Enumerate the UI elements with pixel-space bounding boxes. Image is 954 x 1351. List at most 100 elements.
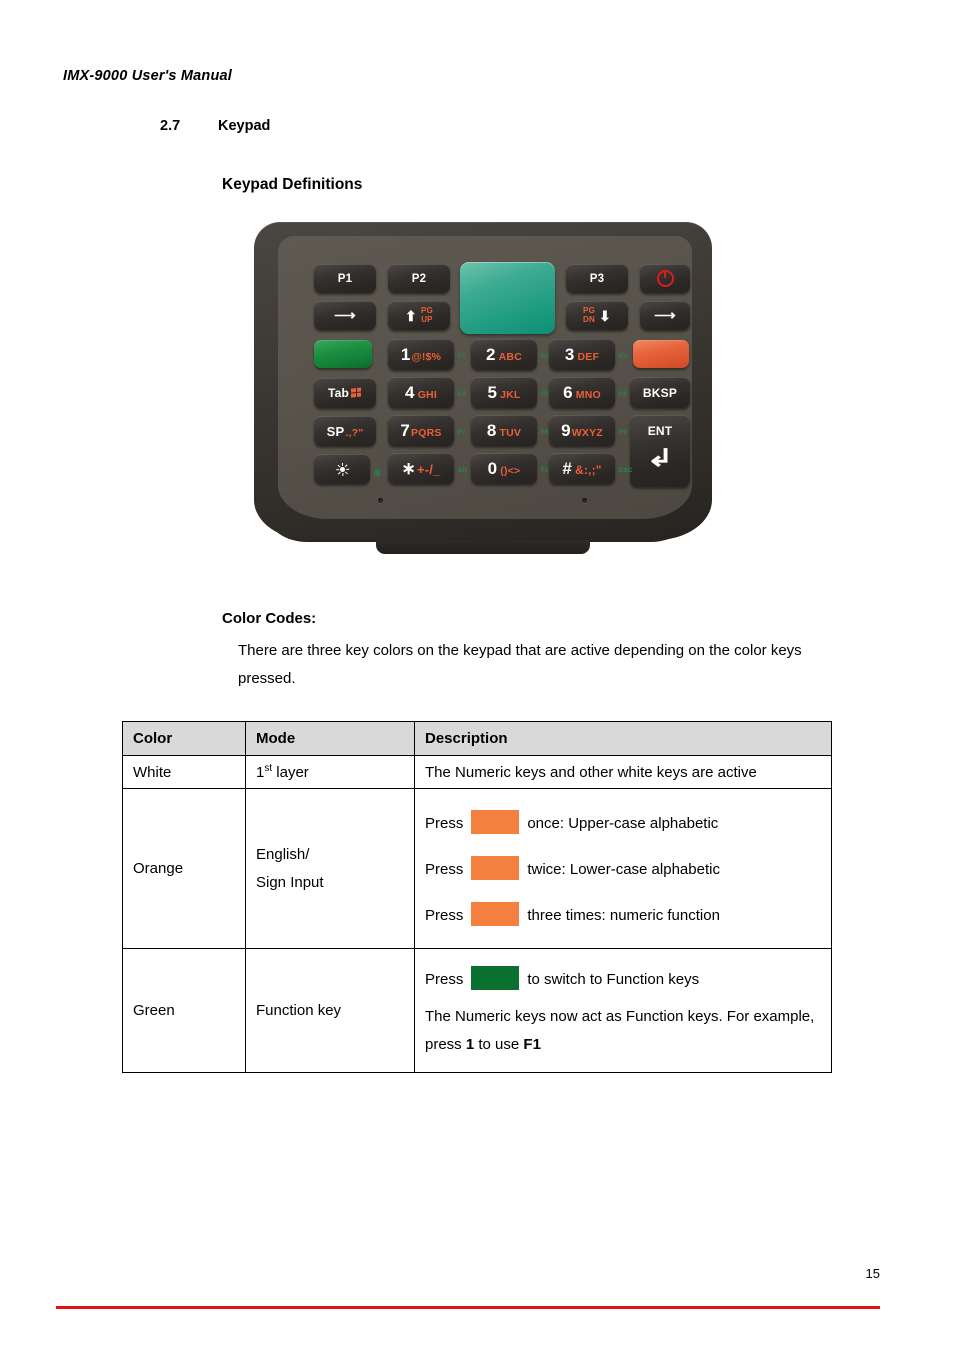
key-2-fn-label: F2 <box>541 353 549 360</box>
key-space-content: SP .,?" <box>327 424 364 439</box>
key-5[interactable]: 5 JKL <box>471 377 537 408</box>
key-tab-label: Tab <box>327 386 350 400</box>
key-enter[interactable]: ENT ↲ <box>630 415 690 487</box>
key-7[interactable]: 7 PQRS <box>388 415 454 446</box>
key-p2-label: P2 <box>411 272 427 285</box>
press-word-1: Press <box>425 815 464 832</box>
key-brightness-fn-label: 語 <box>374 470 381 477</box>
cell-mode-white: 1st layer <box>245 755 415 789</box>
led-indicator-right <box>582 498 587 503</box>
key-2[interactable]: 2 ABC <box>471 339 537 370</box>
key-0-alpha: ()<> <box>500 465 521 477</box>
orange-press-line-2: Press twice: Lower-case alphabetic <box>425 856 821 881</box>
key-4-content: 4 GHI <box>405 384 437 401</box>
left-arrow-icon: ⟶ <box>334 307 356 324</box>
mode-orange-line2: Sign Input <box>256 873 324 891</box>
key-orange-alpha[interactable] <box>633 340 689 368</box>
green-description-line: The Numeric keys now act as Function key… <box>425 1003 821 1059</box>
key-3[interactable]: 3 DEF <box>549 339 615 370</box>
key-1[interactable]: 1 @!$% <box>388 339 454 370</box>
key-p3[interactable]: P3 <box>566 264 628 293</box>
key-space-label: SP <box>326 423 345 439</box>
mode-orange-line1: English/ <box>256 845 310 863</box>
key-1-alpha: @!$% <box>411 351 442 363</box>
green-press-word: Press <box>425 971 464 988</box>
key-9-fn-label: F9 <box>619 429 627 436</box>
green-desc-key: 1 <box>465 1036 475 1053</box>
key-7-content: 7 PQRS <box>400 422 441 439</box>
key-tab[interactable]: Tab <box>314 378 376 408</box>
press-word-3: Press <box>425 907 464 924</box>
sun-icon <box>335 462 349 476</box>
press-after-3: three times: numeric function <box>527 907 720 924</box>
press-after-2: twice: Lower-case alphabetic <box>527 861 720 878</box>
key-4-fn-label: F4 <box>458 391 466 398</box>
table-row-green: Green Function key Press to switch to Fun… <box>122 948 832 1073</box>
key-scan[interactable] <box>460 262 555 334</box>
key-right-arrow[interactable]: ⟶ <box>640 301 690 330</box>
key-7-alpha: PQRS <box>411 427 442 439</box>
orange-press-line-3: Press three times: numeric function <box>425 902 821 927</box>
enter-arrow-icon: ↲ <box>646 445 674 472</box>
key-9[interactable]: 9 WXYZ <box>549 415 615 446</box>
cell-mode-orange: English/ Sign Input <box>245 788 415 949</box>
key-8-alpha: TUV <box>499 427 522 439</box>
key-p2[interactable]: P2 <box>388 264 450 293</box>
cell-description-orange: Press once: Upper-case alphabetic Press tw… <box>414 788 832 949</box>
key-brightness[interactable] <box>314 454 370 484</box>
key-backspace-label: BKSP <box>642 385 678 400</box>
down-arrow-icon: ⬇ <box>599 307 611 324</box>
key-8[interactable]: 8 TUV <box>471 415 537 446</box>
key-hash-content: # &:,;" <box>562 460 601 477</box>
key-1-fn-label: F1 <box>458 353 466 360</box>
key-6-digit: 6 <box>563 383 573 402</box>
key-p1-label: P1 <box>337 272 353 285</box>
device-shell: P1 P2 P3 ⟶ ⬆ PG UP PG DN ⬇ ⟶ 1 @!$% F1 2… <box>254 222 712 540</box>
orange-press-line-1: Press once: Upper-case alphabetic <box>425 810 821 835</box>
key-7-digit: 7 <box>400 421 411 440</box>
key-p3-label: P3 <box>589 272 605 285</box>
key-backspace[interactable]: BKSP <box>630 377 690 408</box>
key-2-content: 2 ABC <box>486 346 522 363</box>
key-9-digit: 9 <box>561 421 571 440</box>
power-icon <box>656 270 674 287</box>
table-row-white: White 1st layer The Numeric keys and oth… <box>122 755 832 789</box>
key-left-arrow[interactable]: ⟶ <box>314 301 376 330</box>
key-6-content: 6 MNO <box>563 384 601 401</box>
key-power[interactable] <box>640 264 690 293</box>
section-number: 2.7 <box>160 118 181 134</box>
key-3-content: 3 DEF <box>565 346 599 363</box>
cell-description-green: Press to switch to Function keys The Nume… <box>414 948 832 1073</box>
key-5-alpha: JKL <box>500 389 521 401</box>
key-0-content: 0 ()<> <box>488 460 521 477</box>
page-up-label: PG UP <box>420 306 433 324</box>
key-up-arrow-page-up[interactable]: ⬆ PG UP <box>388 301 450 330</box>
cell-color-orange: Orange <box>122 788 246 949</box>
led-indicator-left <box>378 498 383 503</box>
key-6-fn-label: F6 <box>619 391 627 398</box>
key-0[interactable]: 0 ()<> <box>471 453 537 484</box>
windows-icon <box>351 387 362 398</box>
key-1-digit: 1 <box>400 345 411 364</box>
key-2-digit: 2 <box>485 345 496 364</box>
press-word-2: Press <box>425 861 464 878</box>
key-star[interactable]: ∗ +-/_ <box>388 453 454 484</box>
key-hash[interactable]: # &:,;" <box>549 453 615 484</box>
key-down-arrow-page-down[interactable]: PG DN ⬇ <box>566 301 628 330</box>
key-hash-fn-label: ESC <box>619 467 633 474</box>
key-8-digit: 8 <box>486 421 497 440</box>
color-codes-table: Color Mode Description White 1st layer T… <box>122 721 832 1073</box>
key-space-alpha: .,?" <box>345 426 364 439</box>
cell-description-white: The Numeric keys and other white keys ar… <box>414 755 832 789</box>
key-6[interactable]: 6 MNO <box>549 377 615 408</box>
section-heading: 2.7 Keypad <box>160 118 270 134</box>
orange-swatch-2 <box>471 856 520 880</box>
key-p1[interactable]: P1 <box>314 264 376 293</box>
key-green-function[interactable] <box>314 340 372 368</box>
key-space[interactable]: SP .,?" <box>314 416 376 446</box>
key-4-digit: 4 <box>405 383 415 402</box>
key-1-content: 1 @!$% <box>401 346 441 363</box>
footer-rule <box>56 1306 880 1309</box>
key-4[interactable]: 4 GHI <box>388 377 454 408</box>
key-8-content: 8 TUV <box>487 422 521 439</box>
